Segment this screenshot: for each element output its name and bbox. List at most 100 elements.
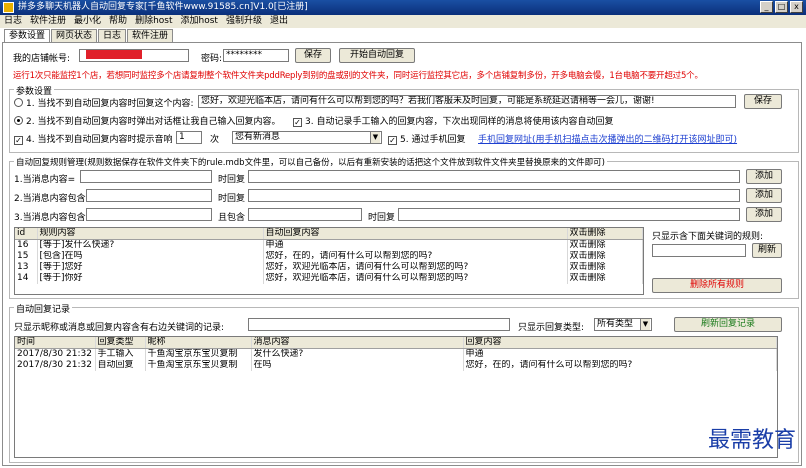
beep-times-field[interactable]: 1 (176, 131, 202, 144)
watermark-logo: 最需教育 (707, 428, 796, 453)
column-header[interactable]: 时间 (15, 337, 96, 349)
menu-add-host[interactable]: 添加host (177, 15, 222, 28)
checkbox-checked-icon[interactable]: ✓ (14, 136, 23, 145)
notice-text: 运行1次只能监控1个店，若想同时监控多个店请复制整个软件文件夹pddReply到… (13, 71, 703, 81)
rule-content: [等于]您好 (37, 262, 264, 273)
column-header[interactable]: 回复内容 (463, 337, 777, 349)
rules-group-label: 自动回复规则管理(规则数据保存在软件文件夹下的rule.mdb文件里，可以自己备… (14, 156, 607, 168)
rule-content: [等于]发什么快递? (37, 239, 264, 251)
store-account-label: 我的店铺帐号: (13, 54, 71, 64)
table-row[interactable]: 2017/8/30 21:32 手工输入 千鱼淘宝京东宝贝复制 发什么快递? 申… (15, 348, 777, 360)
rule1-reply-label: 时回复 (218, 175, 246, 185)
option-2[interactable]: 2. 当找不到自动回复内容时弹出对话框让我自己输入回复内容。 (14, 114, 280, 127)
option-4[interactable]: ✓ 4. 当找不到自动回复内容时提示音响 (14, 132, 172, 145)
rules-table[interactable]: id 规则内容 自动回复内容 双击删除 16 [等于]发什么快递? 申通 双击删… (14, 227, 644, 295)
app-icon (3, 2, 14, 13)
menu-delete-host[interactable]: 删除host (131, 15, 176, 28)
start-auto-reply-button[interactable]: 开始自动回复 (339, 48, 415, 63)
rule-delete[interactable]: 双击删除 (567, 262, 643, 273)
rule2-message-field[interactable] (86, 189, 212, 202)
record-message: 在吗 (251, 360, 464, 371)
checkbox-checked-icon[interactable]: ✓ (388, 136, 397, 145)
records-group-label: 自动回复记录 (14, 302, 73, 315)
rule-content: [等于]你好 (37, 273, 264, 284)
radio-selected-icon[interactable] (14, 116, 23, 125)
rule1-message-field[interactable] (80, 170, 212, 183)
save-default-reply-button[interactable]: 保存 (744, 94, 782, 109)
reply-type-select[interactable]: 所有类型 ▼ (594, 318, 652, 331)
rule-id: 15 (15, 251, 38, 262)
rule1-add-button[interactable]: 添加 (746, 169, 782, 184)
rules-group: 自动回复规则管理(规则数据保存在软件文件夹下的rule.mdb文件里，可以自己备… (9, 156, 799, 299)
password-field[interactable]: ******** (223, 49, 289, 62)
record-reply: 您好，在的，请问有什么可以帮到您的吗? (463, 360, 777, 371)
store-account-field[interactable] (79, 49, 189, 62)
sound-select[interactable]: 您有新消息 ▼ (232, 131, 382, 144)
tab-web-status[interactable]: 网页状态 (51, 29, 98, 42)
tab-log[interactable]: 日志 (98, 29, 127, 42)
rule1-reply-field[interactable] (248, 170, 740, 183)
password-label: 密码: (201, 54, 223, 64)
table-row[interactable]: 14 [等于]你好 您好，欢迎光临本店，请问有什么可以帮到您的吗? 双击删除 (15, 273, 643, 284)
option-3[interactable]: ✓ 3. 自动记录手工输入的回复内容，下次出现同样的消息将使用该内容自动回复 (293, 114, 613, 127)
column-header[interactable]: 消息内容 (251, 337, 464, 349)
menu-minimize[interactable]: 最小化 (70, 15, 105, 28)
chevron-down-icon[interactable]: ▼ (370, 132, 380, 143)
table-row[interactable]: 2017/8/30 21:32 自动回复 千鱼淘宝京东宝贝复制 在吗 您好，在的… (15, 360, 777, 371)
close-button[interactable]: x (790, 1, 803, 13)
delete-all-rules-button[interactable]: 删除所有规则 (652, 278, 782, 293)
table-row[interactable]: 13 [等于]您好 您好，欢迎光临本店，请问有什么可以帮到您的吗? 双击删除 (15, 262, 643, 273)
option-1[interactable]: 1. 当找不到自动回复内容时回复这个内容: (14, 96, 193, 109)
rules-table-header: id 规则内容 自动回复内容 双击删除 (15, 228, 643, 240)
column-header[interactable]: 昵称 (145, 337, 252, 349)
rule3-and-label: 且包含 (218, 213, 246, 223)
refresh-records-button[interactable]: 刷新回复记录 (674, 317, 782, 332)
column-header[interactable]: 双击删除 (567, 228, 643, 240)
column-header[interactable]: 回复类型 (95, 337, 146, 349)
rule-reply: 您好，欢迎光临本店，请问有什么可以帮到您的吗? (263, 273, 568, 284)
checkbox-checked-icon[interactable]: ✓ (293, 118, 302, 127)
rule-delete[interactable]: 双击删除 (567, 251, 643, 262)
radio-icon[interactable] (14, 98, 23, 107)
rule-filter-field[interactable] (652, 244, 746, 257)
rule-delete[interactable]: 双击删除 (567, 273, 643, 284)
rule1-label: 1.当消息内容= (14, 175, 76, 185)
tab-settings[interactable]: 参数设置 (4, 29, 51, 42)
menu-register[interactable]: 软件注册 (26, 15, 70, 28)
tab-strip: 参数设置 网页状态 日志 软件注册 (4, 29, 174, 42)
default-reply-field[interactable]: 您好，欢迎光临本店，请问有什么可以帮到您的吗？若我们客服未及时回复，可能是系统延… (198, 95, 736, 108)
column-header[interactable]: id (15, 228, 38, 240)
mobile-reply-link[interactable]: 手机回复网址(用手机扫描点击次播弹出的二维码打开该网址即可) (478, 132, 737, 145)
table-row[interactable]: 16 [等于]发什么快递? 申通 双击删除 (15, 239, 643, 251)
column-header[interactable]: 自动回复内容 (263, 228, 568, 240)
menu-force-upgrade[interactable]: 强制升级 (222, 15, 266, 28)
tab-register[interactable]: 软件注册 (127, 29, 174, 42)
records-table[interactable]: 时间 回复类型 昵称 消息内容 回复内容 2017/8/30 21:32 手工输… (14, 336, 778, 458)
save-account-button[interactable]: 保存 (295, 48, 331, 63)
records-table-header: 时间 回复类型 昵称 消息内容 回复内容 (15, 337, 777, 349)
record-reply: 申通 (463, 348, 777, 360)
record-filter-field[interactable] (248, 318, 510, 331)
rule3-label: 3.当消息内容包含 (14, 213, 86, 223)
rule-refresh-button[interactable]: 刷新 (752, 243, 782, 258)
rule2-label: 2.当消息内容包含 (14, 194, 86, 204)
minimize-button[interactable]: _ (760, 1, 773, 13)
table-row[interactable]: 15 [包含]在吗 您好，在的，请问有什么可以帮到您的吗? 双击删除 (15, 251, 643, 262)
records-group: 自动回复记录 只显示昵称或消息或回复内容含有右边关键词的记录: 只显示回复类型:… (9, 302, 799, 463)
chevron-down-icon[interactable]: ▼ (640, 319, 650, 330)
rule3-message2-field[interactable] (248, 208, 362, 221)
rule3-add-button[interactable]: 添加 (746, 207, 782, 222)
rule-delete[interactable]: 双击删除 (567, 239, 643, 251)
menu-help[interactable]: 帮助 (105, 15, 131, 28)
menu-log[interactable]: 日志 (0, 15, 26, 28)
rule3-message-field[interactable] (86, 208, 212, 221)
maximize-button[interactable]: □ (775, 1, 788, 13)
rule3-reply-field[interactable] (398, 208, 740, 221)
option-5[interactable]: ✓ 5. 通过手机回复 (388, 132, 465, 145)
redaction-mark (86, 50, 142, 59)
rule2-add-button[interactable]: 添加 (746, 188, 782, 203)
rule2-reply-field[interactable] (248, 189, 740, 202)
menu-exit[interactable]: 退出 (266, 15, 292, 28)
title-bar[interactable]: 拼多多聊天机器人自动回复专家[千鱼软件www.91585.cn]V1.0[已注册… (0, 0, 806, 15)
column-header[interactable]: 规则内容 (37, 228, 264, 240)
